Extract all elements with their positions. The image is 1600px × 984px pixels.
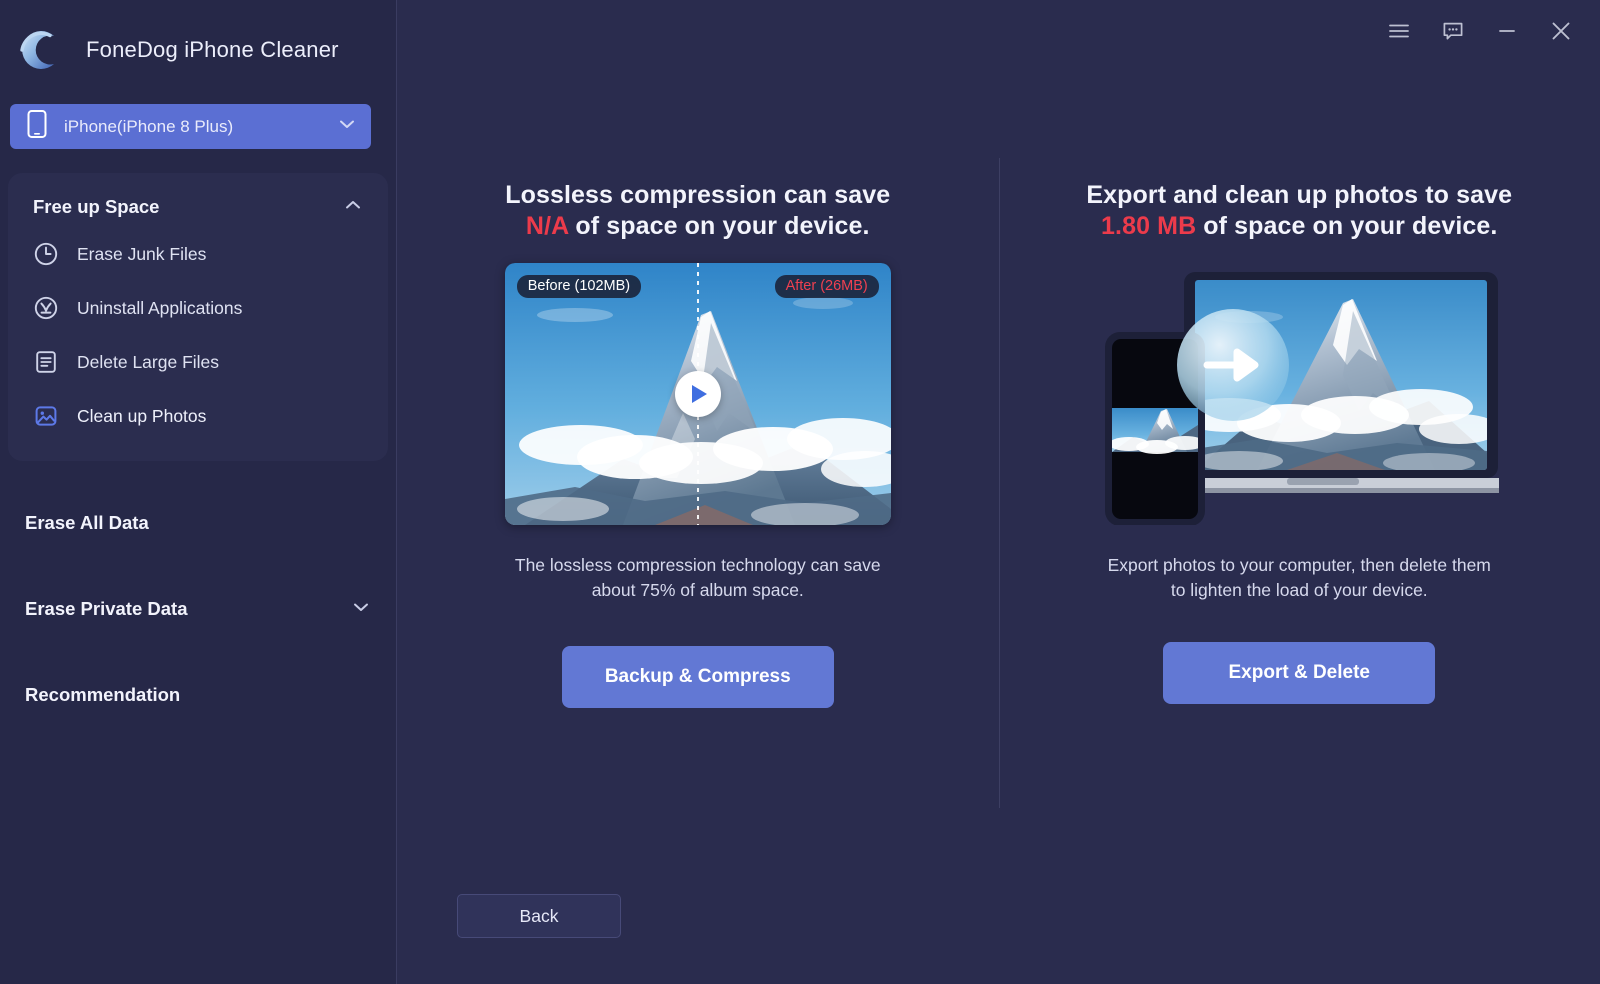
chevron-down-icon[interactable] — [350, 596, 372, 623]
sidebar-section-erase-private-data[interactable]: Erase Private Data — [0, 587, 396, 631]
backup-and-compress-button[interactable]: Backup & Compress — [561, 645, 834, 708]
sidebar-item-uninstall-applications[interactable]: Uninstall Applications — [8, 281, 388, 335]
sidebar: FoneDog iPhone Cleaner iPhone(iPhone 8 P… — [0, 0, 397, 984]
chevron-down-icon — [337, 114, 357, 139]
sidebar-item-clean-up-photos[interactable]: Clean up Photos — [8, 389, 388, 443]
right-panel-caption: Export photos to your computer, then del… — [1107, 555, 1491, 601]
left-panel-caption: The lossless compression technology can … — [514, 555, 881, 601]
sidebar-section-label: Erase All Data — [25, 512, 149, 533]
left-headline-accent: N/A — [525, 211, 569, 240]
left-headline-post: of space on your device. — [575, 211, 870, 240]
sidebar-section-label: Recommendation — [25, 684, 181, 705]
sidebar-section-erase-all-data[interactable]: Erase All Data — [0, 501, 396, 545]
sidebar-group-free-up-space: Free up Space Erase Junk Files Uninstall… — [8, 173, 388, 461]
sidebar-group-label: Free up Space — [33, 196, 160, 217]
main-content: Lossless compression can save N/A of spa… — [397, 0, 1600, 984]
device-selector[interactable]: iPhone(iPhone 8 Plus) — [10, 104, 371, 149]
fonedog-c-logo — [10, 22, 66, 78]
before-badge: Before (102MB) — [516, 275, 642, 298]
document-icon — [33, 349, 59, 375]
app-x-icon — [33, 295, 59, 321]
photo-icon — [33, 403, 59, 429]
clock-icon — [33, 241, 59, 267]
right-panel-headline: Export and clean up photos to save 1.80 … — [1079, 180, 1519, 241]
sidebar-section-recommendation[interactable]: Recommendation — [0, 673, 396, 717]
sidebar-item-label: Delete Large Files — [77, 351, 220, 372]
left-panel-headline: Lossless compression can save N/A of spa… — [488, 180, 908, 241]
sidebar-item-label: Clean up Photos — [77, 405, 207, 426]
right-headline-pre: Export and clean up photos to save — [1086, 181, 1513, 209]
panel-lossless-compression: Lossless compression can save N/A of spa… — [397, 0, 999, 830]
app-title: FoneDog iPhone Cleaner — [86, 37, 339, 62]
sidebar-item-erase-junk-files[interactable]: Erase Junk Files — [8, 227, 388, 281]
minimize-icon[interactable] — [1494, 18, 1520, 44]
right-headline-post: of space on your device. — [1203, 211, 1498, 240]
play-icon[interactable] — [674, 371, 721, 417]
feature-panels: Lossless compression can save N/A of spa… — [397, 0, 1600, 830]
chevron-up-icon[interactable] — [342, 194, 364, 221]
sidebar-section-label: Erase Private Data — [25, 598, 188, 619]
window-titlebar — [1340, 0, 1600, 62]
export-and-delete-button[interactable]: Export & Delete — [1163, 641, 1436, 704]
application-window: FoneDog iPhone Cleaner iPhone(iPhone 8 P… — [0, 0, 1600, 984]
brand-header: FoneDog iPhone Cleaner — [0, 0, 396, 100]
sidebar-item-label: Uninstall Applications — [77, 297, 243, 318]
before-after-photo[interactable]: Before (102MB) After (26MB) — [504, 263, 891, 525]
chat-bubble-icon[interactable] — [1440, 18, 1466, 44]
back-button[interactable]: Back — [457, 894, 621, 938]
close-icon[interactable] — [1548, 18, 1574, 44]
right-headline-accent: 1.80 MB — [1101, 211, 1197, 240]
before-after-media: Before (102MB) After (26MB) — [504, 263, 891, 525]
left-headline-pre: Lossless compression can save — [505, 181, 891, 209]
device-selector-value: iPhone(iPhone 8 Plus) — [64, 116, 234, 136]
hamburger-menu-icon[interactable] — [1386, 18, 1412, 44]
phone-to-laptop-illustration — [1099, 263, 1500, 525]
sidebar-item-delete-large-files[interactable]: Delete Large Files — [8, 335, 388, 389]
sidebar-group-header-free-up-space[interactable]: Free up Space — [8, 187, 388, 227]
panel-export-and-clean: Export and clean up photos to save 1.80 … — [999, 0, 1600, 830]
phone-icon — [26, 109, 48, 144]
sidebar-item-label: Erase Junk Files — [77, 243, 207, 264]
after-badge: After (26MB) — [774, 275, 879, 298]
